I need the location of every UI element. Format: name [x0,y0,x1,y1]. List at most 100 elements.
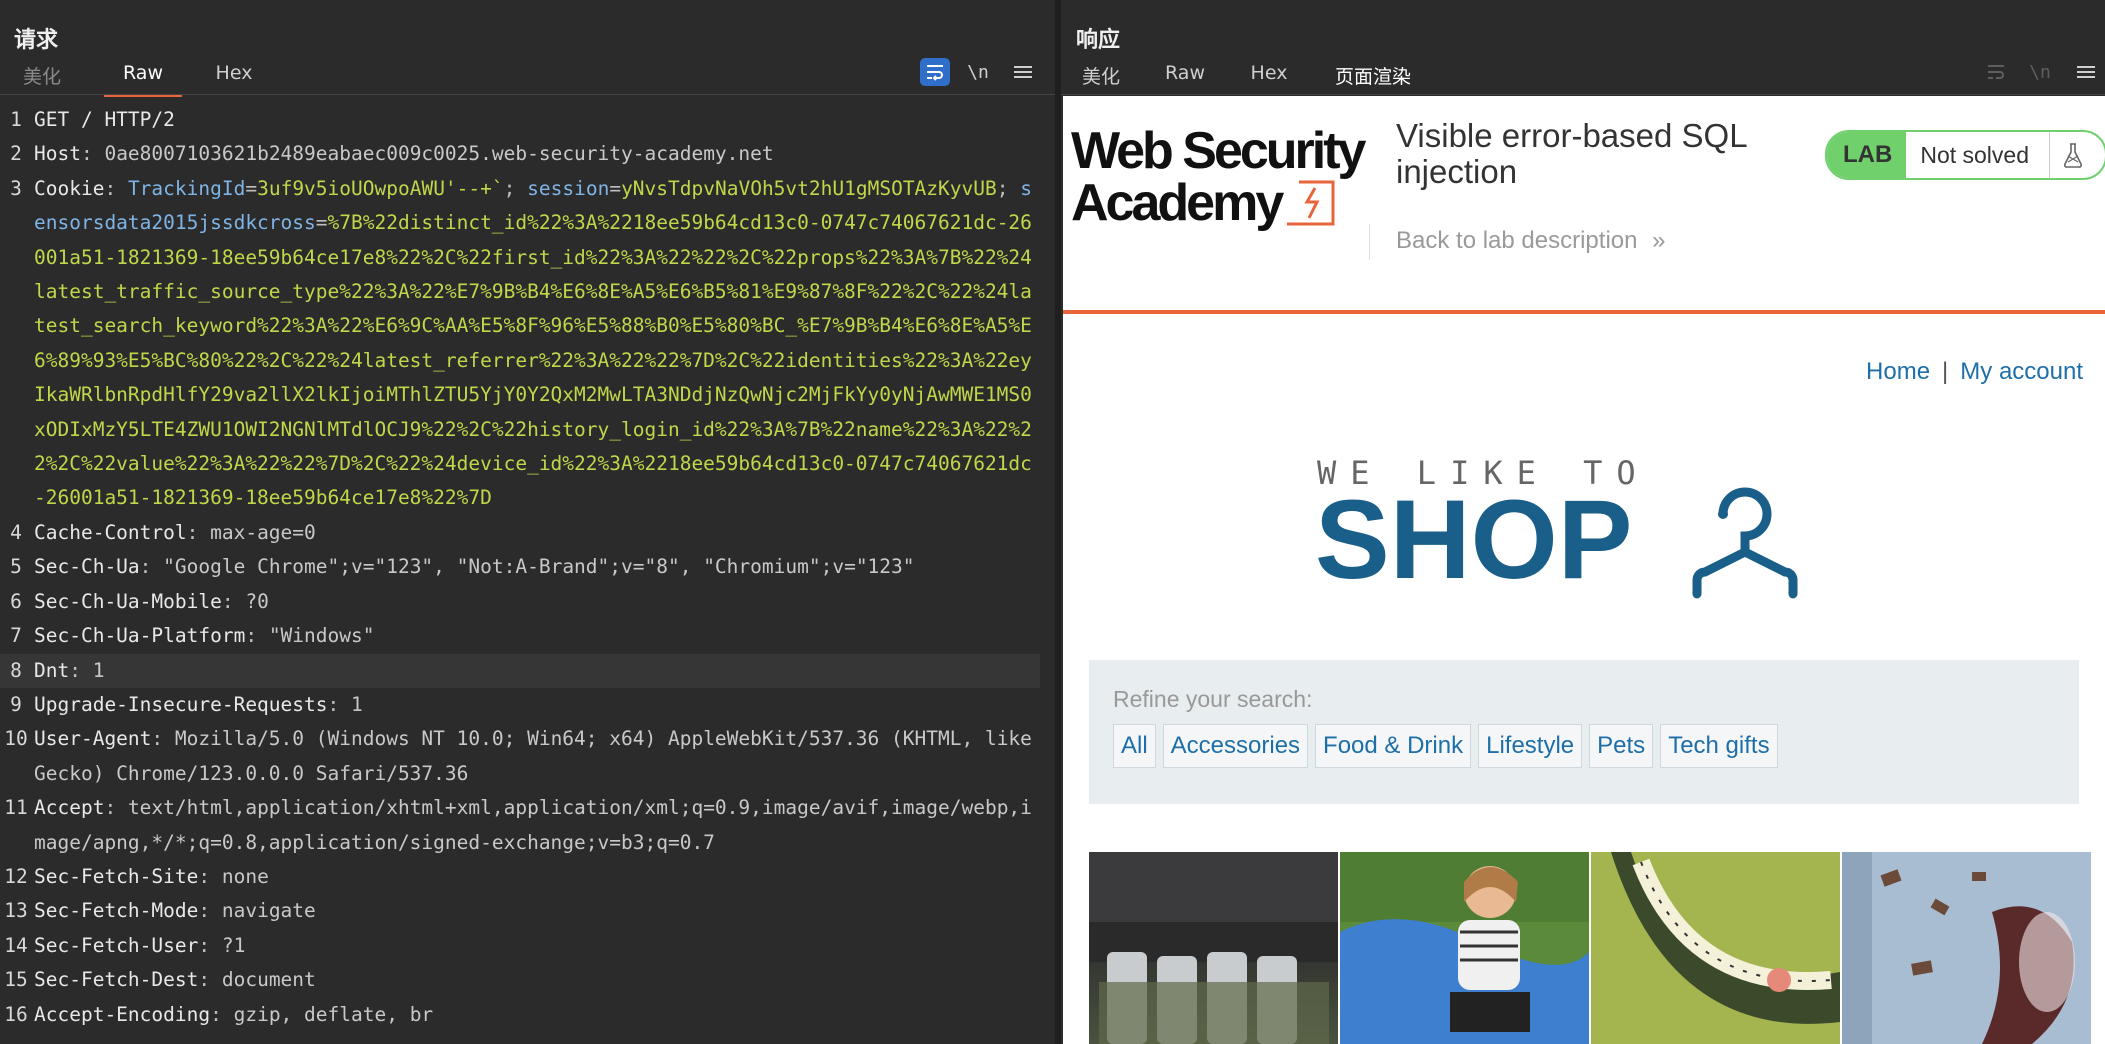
back-to-lab-link[interactable]: Back to lab description » [1396,227,1666,255]
logo-line1: Web Security [1071,124,1367,180]
token: Host [34,142,81,166]
line-text: Cookie: TrackingId=3uf9v5ioUOwpoAWU'--+`… [34,172,1040,516]
top-nav: Home | My account [1866,358,2083,386]
request-editor[interactable]: 1 GET / HTTP/2 2 Host: 0ae8007103621b2489ea… [0,103,1040,1032]
flask-icon [2049,132,2096,178]
token: text/html,application/xhtml+xml,applicat… [34,796,1032,854]
filter-pets[interactable]: Pets [1589,724,1654,768]
editor-line[interactable]: 2 Host: 0ae8007103621b2489eabaec009c0025.… [0,137,1040,171]
token: User-Agent [34,727,152,751]
token: : [198,899,222,923]
editor-line[interactable]: 14 Sec-Fetch-User: ?1 [0,929,1040,963]
editor-line[interactable]: 7 Sec-Ch-Ua-Platform: "Windows" [0,619,1040,653]
editor-line[interactable]: 9 Upgrade-Insecure-Requests: 1 [0,688,1040,722]
shop-word: SHOP [1315,477,1632,602]
editor-line[interactable]: 3 Cookie: TrackingId=3uf9v5ioUOwpoAWU'--+… [0,172,1040,516]
line-text: User-Agent: Mozilla/5.0 (Windows NT 10.0… [34,722,1040,791]
line-text: Sec-Fetch-Dest: document [34,963,1040,997]
line-text: Cache-Control: max-age=0 [34,516,1040,550]
token: session [527,176,610,200]
token: Sec-Fetch-Mode [34,899,199,923]
line-number: 4 [10,520,22,544]
filter-accessories[interactable]: Accessories [1162,724,1309,768]
product-grid [1089,852,2105,1044]
token: Sec-Fetch-Dest [34,968,199,992]
product-image-grin[interactable] [1591,852,1840,1044]
product-image-bean-bag[interactable] [1340,852,1589,1044]
nav-my-account-link[interactable]: My account [1960,358,2083,385]
line-number: 11 [4,796,28,820]
newline-icon[interactable]: \n [2025,58,2055,86]
token: ; [503,176,528,200]
token: Mozilla/5.0 (Windows NT 10.0; Win64; x64… [34,727,1044,785]
filter-food-drink[interactable]: Food & Drink [1315,724,1472,768]
refine-search-box: Refine your search: All Accessories Food… [1089,660,2079,804]
token: "Google Chrome";v="123", "Not:A-Brand";v… [163,555,915,579]
refine-label: Refine your search: [1113,686,1313,712]
token: : [104,796,128,820]
editor-line[interactable]: 1 GET / HTTP/2 [0,103,1040,137]
nav-home-link[interactable]: Home [1866,358,1930,385]
editor-line[interactable]: 10 User-Agent: Mozilla/5.0 (Windows NT 10… [0,722,1040,791]
editor-line[interactable]: 16 Accept-Encoding: gzip, deflate, br [0,998,1040,1032]
token: : [151,727,175,751]
token: Accept-Encoding [34,1002,211,1026]
token: : [198,968,222,992]
editor-line[interactable]: 12 Sec-Fetch-Site: none [0,860,1040,894]
token: : [104,176,128,200]
editor-line[interactable]: 15 Sec-Fetch-Dest: document [0,963,1040,997]
token: : [198,933,222,957]
tab-raw[interactable]: Raw [104,62,182,97]
token: Cookie [34,176,105,200]
filter-tech-gifts[interactable]: Tech gifts [1660,724,1778,768]
lab-status-badge: LAB Not solved [1825,130,2105,180]
request-tabs: 美化 Raw Hex [22,62,254,97]
line-number: 16 [4,1002,28,1026]
newline-icon[interactable]: \n [963,58,993,86]
request-title: 请求 [14,28,59,53]
token: : [327,692,351,716]
web-security-academy-logo[interactable]: Web Security Academy [1071,122,1371,234]
menu-icon[interactable] [1008,58,1038,86]
line-text: Sec-Fetch-User: ?1 [34,929,1040,963]
response-pane: 响应 美化 Raw Hex 页面渲染 \n Web Security Acade… [1061,0,2105,1044]
line-number: 14 [4,933,28,957]
filter-lifestyle[interactable]: Lifestyle [1478,724,1583,768]
chevron-double-right-icon: » [1652,227,1666,254]
wrap-lines-icon[interactable] [920,58,950,86]
token: : [69,658,93,682]
token: Cache-Control [34,520,187,544]
editor-line[interactable]: 5 Sec-Ch-Ua: "Google Chrome";v="123", "No… [0,550,1040,584]
editor-line[interactable]: 8 Dnt: 1 [0,653,1040,688]
menu-icon[interactable] [2071,58,2101,86]
line-text: Accept: text/html,application/xhtml+xml,… [34,791,1040,860]
line-number: 9 [10,692,22,716]
token: = [315,211,328,235]
token: : [139,555,164,579]
logo-line2: Academy [1071,174,1284,232]
editor-line[interactable]: 13 Sec-Fetch-Mode: navigate [0,894,1040,928]
token: 1 [92,658,105,682]
token: Sec-Ch-Ua-Mobile [34,589,222,613]
back-link-label: Back to lab description [1396,227,1638,254]
tab-pretty[interactable]: 美化 [22,62,62,97]
filter-all[interactable]: All [1113,724,1156,768]
editor-line[interactable]: 11 Accept: text/html,application/xhtml+xm… [0,791,1040,860]
token: "Windows" [268,624,375,648]
token: = [609,176,622,200]
tab-hex[interactable]: Hex [214,62,254,97]
editor-line[interactable]: 6 Sec-Ch-Ua-Mobile: ?0 [0,585,1040,619]
line-number: 7 [10,624,22,648]
token: max-age=0 [210,520,316,544]
token: : [186,520,211,544]
tab-divider [1061,94,2105,95]
token: Upgrade-Insecure-Requests [34,692,328,716]
rendered-page[interactable]: Web Security Academy Visible error-based… [1063,96,2105,1044]
tab-divider [0,94,1055,95]
token: 1 [350,692,363,716]
product-image-cans-belt[interactable] [1089,852,1338,1044]
wrap-lines-icon[interactable] [1981,58,2011,86]
line-number: 8 [10,658,22,682]
product-image-flying-books[interactable] [1842,852,2091,1044]
editor-line[interactable]: 4 Cache-Control: max-age=0 [0,516,1040,550]
